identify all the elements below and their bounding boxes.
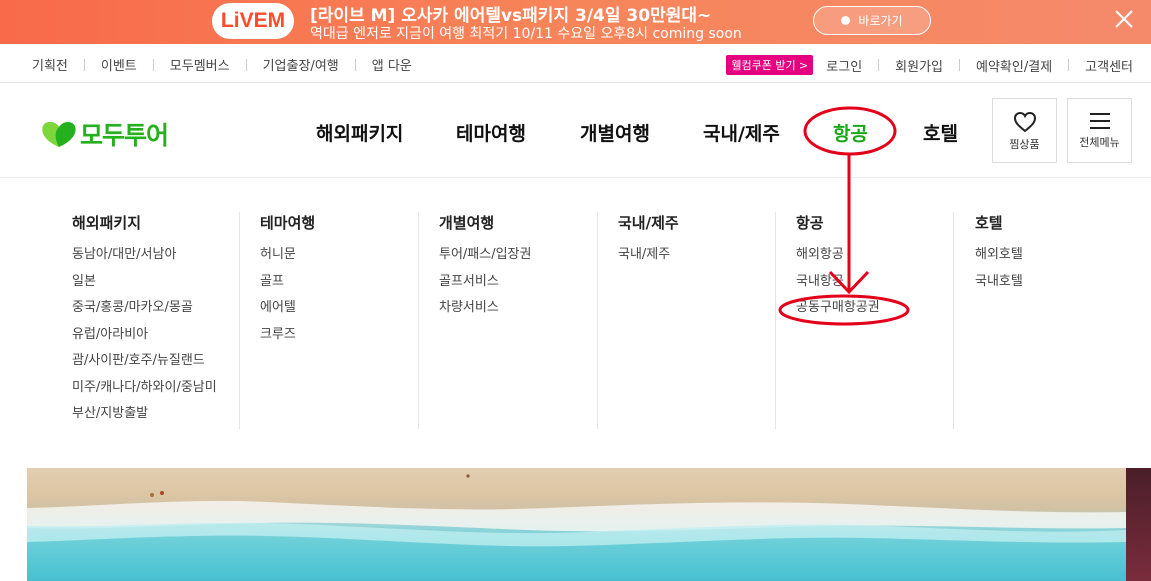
column-divider <box>418 212 419 429</box>
wishlist-button[interactable]: 찜상품 <box>992 98 1057 163</box>
gnb-overseas-package[interactable]: 해외패키지 <box>316 119 403 146</box>
wishlist-label: 찜상품 <box>1009 138 1040 151</box>
mega-link-domestic-air[interactable]: 국내항공 <box>796 269 880 296</box>
mega-col-domestic: 국내/제주 국내/제주 <box>618 212 679 269</box>
live-m-badge: LiVEM <box>212 3 294 39</box>
hamburger-menu-icon <box>1089 113 1110 129</box>
mega-link[interactable]: 허니문 <box>260 242 315 269</box>
welcome-coupon-button[interactable]: 웰컴쿠폰 받기 > <box>726 55 814 75</box>
mega-link-group-purchase-ticket[interactable]: 공동구매항공권 <box>796 295 880 322</box>
mega-col-title[interactable]: 항공 <box>796 212 880 233</box>
divider <box>354 58 356 71</box>
mega-link[interactable]: 골프 <box>260 269 315 296</box>
divider <box>1068 59 1070 71</box>
mega-link[interactable]: 미주/캐나다/하와이/중남미 <box>72 375 217 402</box>
mega-col-hotel: 호텔 해외호텔 국내호텔 <box>975 212 1023 295</box>
mega-link[interactable]: 동남아/대만/서남아 <box>72 242 217 269</box>
util-link-app[interactable]: 앱 다운 <box>372 55 412 74</box>
promo-go-label: 바로가기 <box>858 14 903 28</box>
all-menu-label: 전체메뉴 <box>1079 136 1120 149</box>
divider <box>83 58 85 71</box>
mega-col-title[interactable]: 국내/제주 <box>618 212 679 233</box>
gnb-air[interactable]: 항공 <box>833 119 868 146</box>
utility-bar: 기획전 이벤트 모두멤버스 기업출장/여행 앱 다운 웰컴쿠폰 받기 > 로그인… <box>0 44 1151 83</box>
beach-wave-graphic <box>27 474 1126 547</box>
mega-link[interactable]: 괌/사이판/호주/뉴질랜드 <box>72 348 217 375</box>
util-link-exhibition[interactable]: 기획전 <box>32 55 68 74</box>
login-link[interactable]: 로그인 <box>826 56 862 75</box>
mega-col-title[interactable]: 호텔 <box>975 212 1023 233</box>
mega-col-air: 항공 해외항공 국내항공 공동구매항공권 <box>796 212 880 322</box>
dot-icon <box>841 16 851 25</box>
promo-subtitle: 역대급 엔저로 지금이 여행 최적기 10/11 수요일 오후8시 coming… <box>310 26 742 42</box>
gnb-theme-travel[interactable]: 테마여행 <box>456 119 526 146</box>
heart-icon <box>1013 111 1036 133</box>
logo-text: 모두투어 <box>80 121 169 150</box>
customer-center-link[interactable]: 고객센터 <box>1085 56 1133 75</box>
utility-right: 웰컴쿠폰 받기 > 로그인 회원가입 예약확인/결제 고객센터 <box>726 55 1133 75</box>
mega-col-title[interactable]: 테마여행 <box>260 212 315 233</box>
hero-banner-image[interactable] <box>27 468 1126 581</box>
mega-link[interactable]: 중국/홍콩/마카오/몽골 <box>72 295 217 322</box>
util-link-members[interactable]: 모두멤버스 <box>170 55 230 74</box>
gnb-individual-travel[interactable]: 개별여행 <box>580 119 650 146</box>
all-menu-button[interactable]: 전체메뉴 <box>1067 98 1132 163</box>
close-icon[interactable] <box>1113 8 1135 30</box>
mega-link[interactable]: 유럽/아라비아 <box>72 322 217 349</box>
mega-link[interactable]: 차량서비스 <box>439 295 531 322</box>
divider <box>245 58 247 71</box>
utility-left: 기획전 이벤트 모두멤버스 기업출장/여행 앱 다운 <box>32 55 412 74</box>
signup-link[interactable]: 회원가입 <box>895 56 943 75</box>
mega-col-title[interactable]: 개별여행 <box>439 212 531 233</box>
column-divider <box>239 212 240 429</box>
mega-link[interactable]: 에어텔 <box>260 295 315 322</box>
heart-logo-icon <box>42 122 76 147</box>
mega-col-theme-travel: 테마여행 허니문 골프 에어텔 크루즈 <box>260 212 315 348</box>
divider <box>152 58 154 71</box>
mega-link[interactable]: 투어/패스/입장권 <box>439 242 531 269</box>
mega-link[interactable]: 골프서비스 <box>439 269 531 296</box>
divider <box>959 59 961 71</box>
mega-menu: 해외패키지 동남아/대만/서남아 일본 중국/홍콩/마카오/몽골 유럽/아라비아… <box>0 177 1151 468</box>
column-divider <box>775 212 776 429</box>
mega-link[interactable]: 부산/지방출발 <box>72 401 217 428</box>
column-divider <box>953 212 954 429</box>
gnb-hotel[interactable]: 호텔 <box>923 119 958 146</box>
site-logo[interactable]: 모두투어 <box>40 116 169 152</box>
promo-go-button[interactable]: 바로가기 <box>813 6 931 35</box>
mega-link-overseas-air[interactable]: 해외항공 <box>796 242 880 269</box>
mega-col-title[interactable]: 해외패키지 <box>72 212 217 233</box>
promo-banner[interactable]: LiVEM [라이브 M] 오사카 에어텔vs패키지 3/4일 30만원대~ 역… <box>0 0 1151 44</box>
reservation-link[interactable]: 예약확인/결제 <box>976 56 1052 75</box>
mega-link[interactable]: 국내/제주 <box>618 242 679 269</box>
next-banner-edge <box>1126 468 1151 581</box>
gnb-domestic-jeju[interactable]: 국내/제주 <box>703 119 780 146</box>
mega-link[interactable]: 일본 <box>72 269 217 296</box>
mega-col-overseas-package: 해외패키지 동남아/대만/서남아 일본 중국/홍콩/마카오/몽골 유럽/아라비아… <box>72 212 217 428</box>
divider <box>878 59 880 71</box>
mega-link[interactable]: 해외호텔 <box>975 242 1023 269</box>
mega-link[interactable]: 크루즈 <box>260 322 315 349</box>
util-link-event[interactable]: 이벤트 <box>101 55 137 74</box>
mega-link[interactable]: 국내호텔 <box>975 269 1023 296</box>
util-link-business[interactable]: 기업출장/여행 <box>263 55 339 74</box>
mega-col-individual-travel: 개별여행 투어/패스/입장권 골프서비스 차량서비스 <box>439 212 531 322</box>
column-divider <box>597 212 598 429</box>
